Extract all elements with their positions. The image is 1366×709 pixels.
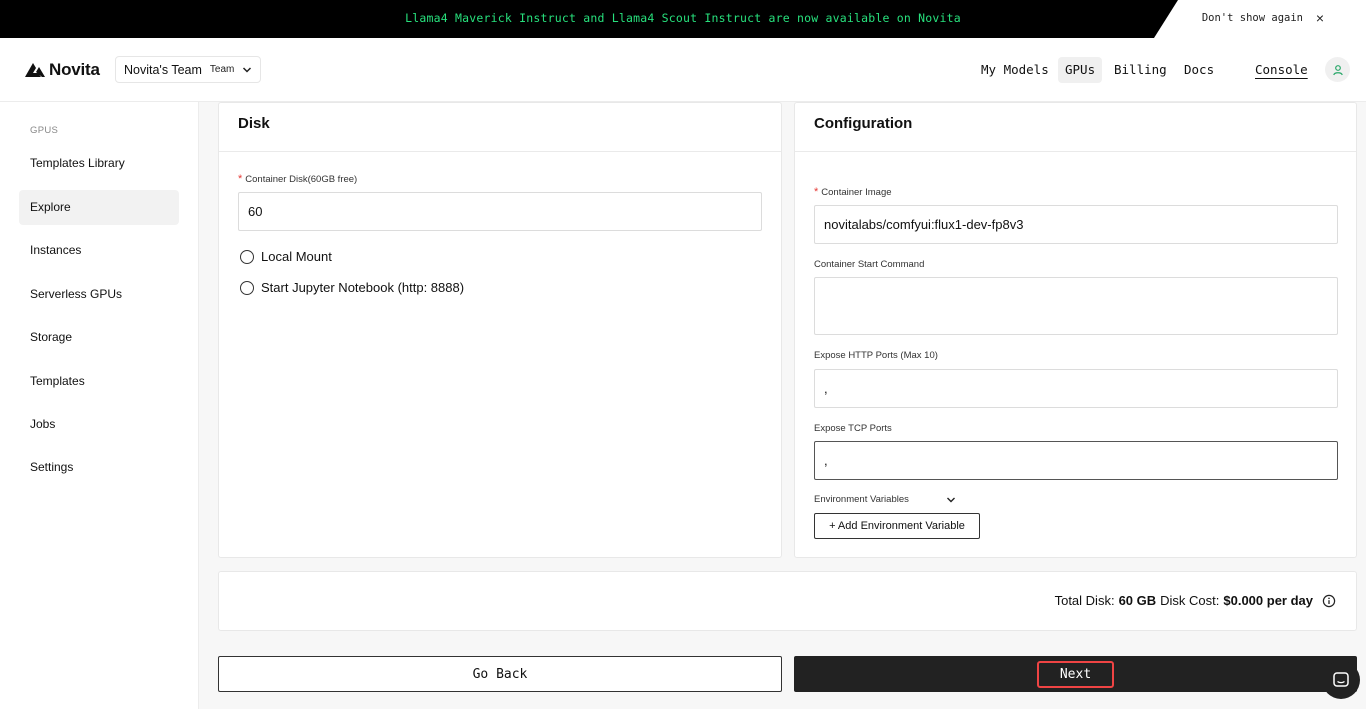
sidebar-item-storage[interactable]: Storage <box>19 320 179 355</box>
sidebar-item-jobs[interactable]: Jobs <box>19 407 179 442</box>
tcp-ports-input[interactable]: , <box>814 441 1338 480</box>
team-name: Novita's Team <box>124 62 202 77</box>
sidebar: GPUS Templates Library Explore Instances… <box>0 102 199 709</box>
radio-circle[interactable] <box>240 249 254 264</box>
sidebar-item-settings[interactable]: Settings <box>19 450 179 485</box>
user-icon <box>1332 64 1343 75</box>
sidebar-item-templates[interactable]: Templates <box>19 364 179 399</box>
configuration-card: Configuration * Container Image novitalab… <box>794 102 1357 558</box>
sidebar-item-serverless-gpus[interactable]: Serverless GPUs <box>19 277 179 312</box>
brand-logo[interactable]: Novita <box>25 60 100 80</box>
close-icon[interactable]: × <box>1312 10 1328 26</box>
chevron-down-icon <box>947 497 955 502</box>
summary-card: Total Disk: 60 GB Disk Cost: $0.000 per … <box>218 571 1357 631</box>
next-button-label: Next <box>1036 660 1115 688</box>
disk-card: Disk * Container Disk(60GB free) 60 Local… <box>218 102 782 558</box>
required-marker: * <box>814 186 819 198</box>
radio-circle[interactable] <box>240 280 254 295</box>
chat-launcher[interactable] <box>1322 661 1360 699</box>
divider <box>795 151 1356 152</box>
announcement-actions: Don't show again × <box>1154 0 1366 38</box>
sidebar-item-templates-library[interactable]: Templates Library <box>19 146 179 181</box>
chat-icon <box>1333 672 1349 687</box>
next-button[interactable]: Next <box>794 656 1357 692</box>
team-selector[interactable]: Novita's Team Team <box>115 56 262 83</box>
novita-logo-icon <box>25 63 45 77</box>
disk-cost-label: Disk Cost: <box>1160 593 1220 608</box>
add-environment-variable-button[interactable]: + Add Environment Variable <box>814 513 980 539</box>
team-badge: Team <box>209 64 235 75</box>
go-back-button[interactable]: Go Back <box>218 656 782 692</box>
local-mount-option[interactable]: Local Mount <box>240 249 332 264</box>
required-marker: * <box>238 173 243 185</box>
jupyter-label: Start Jupyter Notebook (http: 8888) <box>261 280 465 295</box>
local-mount-label: Local Mount <box>261 249 332 264</box>
http-ports-input[interactable]: , <box>814 369 1338 408</box>
container-image-input[interactable]: novitalabs/comfyui:flux1-dev-fp8v3 <box>814 205 1338 244</box>
sidebar-section-label: GPUS <box>30 125 59 136</box>
start-command-input[interactable] <box>814 277 1338 335</box>
start-command-label: Container Start Command <box>814 259 925 270</box>
disk-cost-value: $0.000 per day <box>1223 593 1313 608</box>
container-image-label: * Container Image <box>814 186 892 198</box>
nav-gpus[interactable]: GPUs <box>1058 57 1103 83</box>
nav-my-models[interactable]: My Models <box>974 57 1056 83</box>
sidebar-item-instances[interactable]: Instances <box>19 233 179 268</box>
divider <box>219 151 781 152</box>
http-ports-label: Expose HTTP Ports (Max 10) <box>814 350 938 361</box>
nav-docs[interactable]: Docs <box>1177 57 1221 83</box>
environment-variables-toggle[interactable]: Environment Variables <box>814 494 956 505</box>
info-icon[interactable] <box>1322 594 1336 608</box>
sidebar-item-explore[interactable]: Explore <box>19 190 179 225</box>
nav-console[interactable]: Console <box>1248 57 1315 83</box>
dont-show-again-button[interactable]: Don't show again <box>1202 0 1303 38</box>
announcement-bar: Llama4 Maverick Instruct and Llama4 Scou… <box>0 0 1366 38</box>
total-disk-label: Total Disk: <box>1054 593 1115 608</box>
brand-name: Novita <box>49 60 100 79</box>
tcp-ports-label: Expose TCP Ports <box>814 423 892 434</box>
jupyter-option[interactable]: Start Jupyter Notebook (http: 8888) <box>240 280 464 295</box>
disk-title: Disk <box>238 115 270 132</box>
configuration-title: Configuration <box>814 115 913 132</box>
total-disk-value: 60 GB <box>1118 593 1157 608</box>
environment-variables-label: Environment Variables <box>814 494 909 505</box>
container-disk-label: * Container Disk(60GB free) <box>238 173 358 185</box>
nav-billing[interactable]: Billing <box>1107 57 1174 83</box>
cost-summary: Total Disk: 60 GB Disk Cost: $0.000 per … <box>1055 593 1336 608</box>
chevron-down-icon <box>243 66 252 73</box>
user-avatar[interactable] <box>1325 57 1350 82</box>
top-header: Novita Novita's Team Team My Models GPUs… <box>0 38 1366 102</box>
container-disk-input[interactable]: 60 <box>238 192 762 231</box>
